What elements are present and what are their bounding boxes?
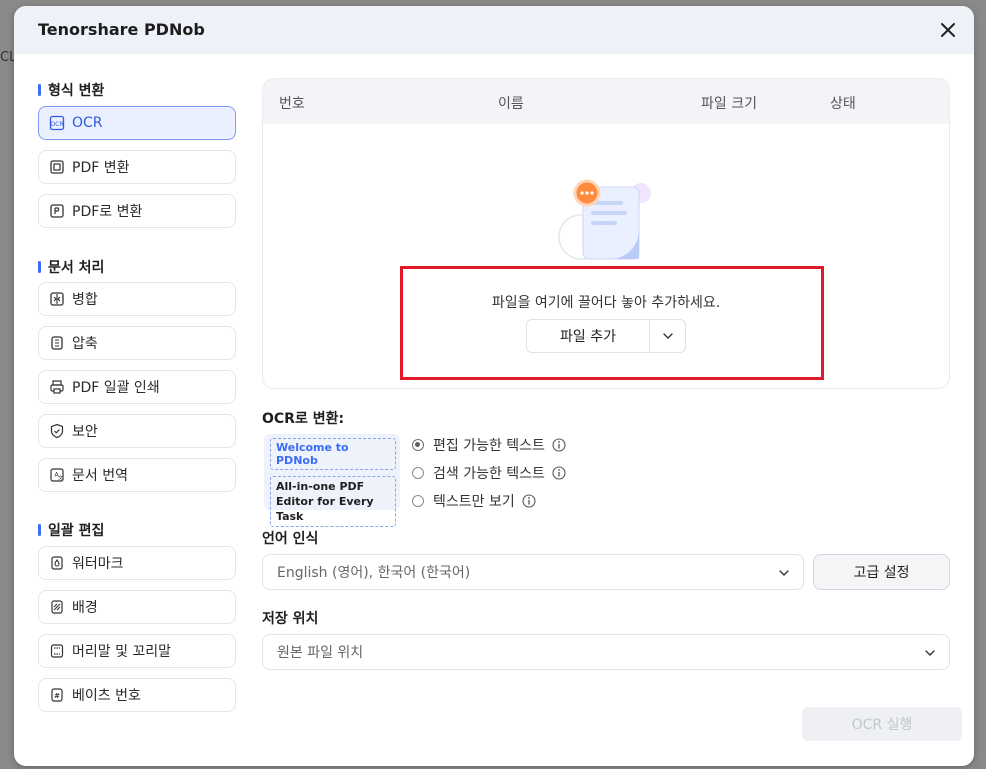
- translate-icon: A文: [49, 467, 65, 483]
- section-heading-format-conversion: 형식 변환: [38, 80, 104, 100]
- sidebar-item-label: 병합: [72, 292, 98, 308]
- file-table-header: 번호 이름 파일 크기 상태: [263, 79, 949, 124]
- column-header-status: 상태: [830, 96, 856, 112]
- sidebar-item-label: 워터마크: [72, 556, 124, 572]
- sidebar-item-convert-to-pdf[interactable]: PDF로 변환: [38, 194, 236, 228]
- run-ocr-button[interactable]: OCR 실행: [802, 707, 962, 741]
- sidebar-item-header-footer[interactable]: 머리말 및 꼬리말: [38, 634, 236, 668]
- save-location-select[interactable]: 원본 파일 위치: [262, 634, 950, 670]
- background-icon: [49, 599, 65, 615]
- sidebar-item-label: OCR: [72, 115, 103, 131]
- header-footer-icon: [49, 643, 65, 659]
- info-icon[interactable]: [522, 494, 536, 508]
- add-file-dropdown[interactable]: [649, 320, 685, 352]
- sidebar-item-batch-print[interactable]: PDF 일괄 인쇄: [38, 370, 236, 404]
- info-icon[interactable]: [552, 466, 566, 480]
- dialog-title: Tenorshare PDNob: [38, 20, 205, 39]
- shield-icon: [49, 423, 65, 439]
- watermark-icon: [49, 555, 65, 571]
- preview-title: Welcome to PDNob: [270, 438, 396, 470]
- sidebar-item-compress[interactable]: 압축: [38, 326, 236, 360]
- sidebar-item-label: 배경: [72, 600, 98, 616]
- add-file-split-button: 파일 추가: [526, 319, 686, 353]
- radio-label: 텍스트만 보기: [433, 494, 515, 510]
- pdf-convert-icon: [49, 159, 65, 175]
- sidebar-item-label: 압축: [72, 336, 98, 352]
- drop-hint-text: 파일을 여기에 끌어다 놓아 추가하세요.: [491, 295, 721, 311]
- sidebar-item-bates-number[interactable]: # 베이츠 번호: [38, 678, 236, 712]
- compress-icon: [49, 335, 65, 351]
- bates-number-icon: #: [49, 687, 65, 703]
- radio-searchable-text[interactable]: 검색 가능한 텍스트: [412, 463, 566, 483]
- sidebar-item-label: 보안: [72, 424, 98, 440]
- ocr-convert-heading: OCR로 변환:: [262, 411, 345, 427]
- add-file-button[interactable]: 파일 추가: [527, 320, 649, 352]
- language-recognition-heading: 언어 인식: [262, 531, 319, 547]
- column-header-file-size: 파일 크기: [701, 96, 757, 112]
- sidebar-item-security[interactable]: 보안: [38, 414, 236, 448]
- sidebar-item-label: 머리말 및 꼬리말: [72, 644, 172, 660]
- radio-editable-text[interactable]: 편집 가능한 텍스트: [412, 435, 566, 455]
- radio-text-only[interactable]: 텍스트만 보기: [412, 491, 536, 511]
- advanced-settings-button[interactable]: 고급 설정: [813, 554, 950, 590]
- chevron-down-icon: [925, 650, 935, 656]
- title-bar: Tenorshare PDNob: [14, 6, 974, 54]
- merge-icon: [49, 291, 65, 307]
- section-heading-document-processing: 문서 처리: [38, 257, 104, 277]
- svg-text:#: #: [54, 692, 60, 700]
- sidebar-item-label: PDF 일괄 인쇄: [72, 380, 160, 396]
- radio-label: 검색 가능한 텍스트: [433, 466, 545, 482]
- ocr-preview-thumbnail: Welcome to PDNob All-in-one PDF Editor f…: [264, 434, 400, 527]
- sidebar-item-label: PDF로 변환: [72, 204, 143, 220]
- radio-label: 편집 가능한 텍스트: [433, 438, 545, 454]
- language-select-value: English (영어), 한국어 (한국어): [277, 565, 471, 581]
- sidebar-item-merge[interactable]: 병합: [38, 282, 236, 316]
- chevron-down-icon: [779, 570, 789, 576]
- sidebar-item-label: 베이츠 번호: [72, 688, 141, 704]
- sidebar-item-label: PDF 변환: [72, 160, 130, 176]
- save-location-value: 원본 파일 위치: [277, 645, 364, 661]
- sidebar-item-ocr[interactable]: OCR OCR: [38, 106, 236, 140]
- close-button[interactable]: [936, 18, 960, 42]
- sidebar-item-background[interactable]: 배경: [38, 590, 236, 624]
- printer-icon: [49, 379, 65, 395]
- radio-button-selected[interactable]: [412, 439, 424, 451]
- column-header-name: 이름: [498, 96, 524, 112]
- pdnob-dialog: Tenorshare PDNob 형식 변환 OCR OCR PDF 변환 PD…: [14, 6, 974, 766]
- sidebar-item-label: 문서 번역: [72, 468, 128, 484]
- convert-to-pdf-icon: [49, 203, 65, 219]
- language-select[interactable]: English (영어), 한국어 (한국어): [262, 554, 804, 590]
- sidebar-item-pdf-convert[interactable]: PDF 변환: [38, 150, 236, 184]
- close-icon: [941, 23, 955, 37]
- section-heading-batch-edit: 일괄 편집: [38, 520, 104, 540]
- document-illustration-icon: [558, 179, 651, 260]
- svg-text:文: 文: [58, 475, 63, 482]
- ocr-icon: OCR: [49, 115, 65, 131]
- chevron-down-icon: [662, 333, 673, 339]
- preview-subtitle: All-in-one PDF Editor for Every Task: [270, 476, 396, 527]
- sidebar-item-watermark[interactable]: 워터마크: [38, 546, 236, 580]
- file-drop-zone[interactable]: 번호 이름 파일 크기 상태 파일을 여기에 끌어다 놓아 추가하세요. 파일 …: [262, 78, 950, 389]
- svg-text:OCR: OCR: [50, 121, 63, 128]
- info-icon[interactable]: [552, 438, 566, 452]
- column-header-number: 번호: [279, 96, 305, 112]
- sidebar-item-translate[interactable]: A文 문서 번역: [38, 458, 236, 492]
- save-location-heading: 저장 위치: [262, 611, 319, 627]
- radio-button[interactable]: [412, 495, 424, 507]
- radio-button[interactable]: [412, 467, 424, 479]
